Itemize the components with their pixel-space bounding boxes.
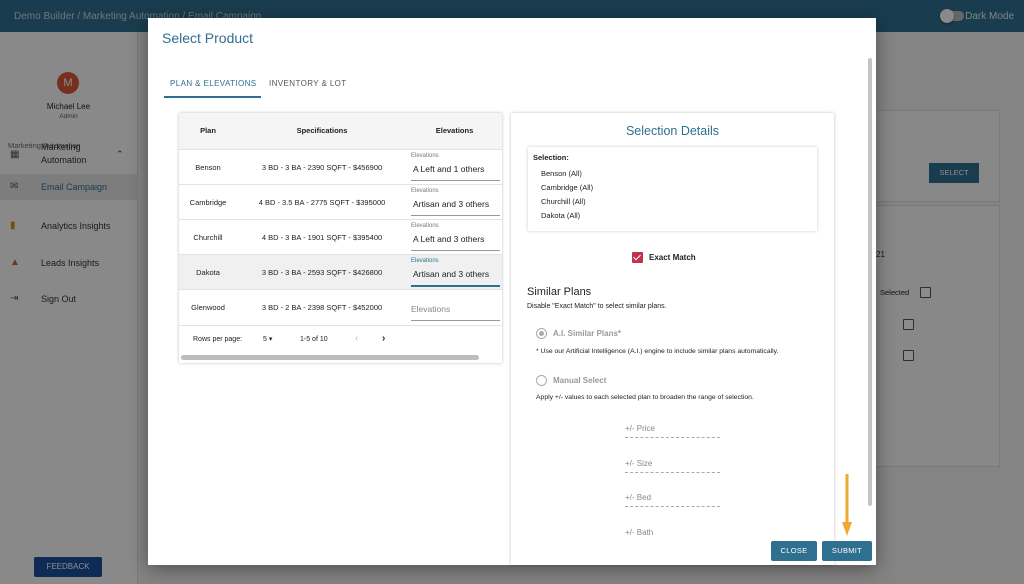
table-row[interactable]: Churchill 4 BD - 3 BA - 1901 SQFT - $395…	[179, 219, 502, 255]
input-underline	[625, 506, 720, 508]
elevations-label: Elevations	[411, 258, 439, 264]
ai-similar-label: A.I. Similar Plans*	[553, 329, 622, 338]
select-product-dialog: Select Product PLAN & ELEVATIONS INVENTO…	[148, 18, 876, 565]
elevations-select[interactable]: A Left and 1 others	[413, 164, 484, 174]
prev-page-icon[interactable]: ‹	[355, 333, 358, 344]
plans-table: Plan Specifications Elevations Benson 3 …	[179, 113, 502, 363]
selection-card: Selection: Benson (All) Cambridge (All) …	[528, 147, 817, 231]
similar-plans-title: Similar Plans	[527, 286, 592, 298]
selection-details-panel: Selection Details Selection: Benson (All…	[511, 113, 834, 565]
bath-range-input[interactable]: +/- Bath	[625, 528, 653, 537]
plan-cell: Benson	[195, 163, 221, 172]
similar-plans-description: Disable "Exact Match" to select similar …	[527, 303, 667, 310]
table-row[interactable]: Cambridge 4 BD - 3.5 BA - 2775 SQFT - $3…	[179, 184, 502, 220]
next-page-icon[interactable]: ›	[382, 333, 385, 344]
spec-cell: 4 BD - 3 BA - 1901 SQFT - $395400	[261, 233, 383, 242]
selection-item: Churchill (All)	[541, 197, 586, 206]
elevations-select[interactable]: Elevations	[411, 304, 450, 314]
elevations-label: Elevations	[411, 188, 439, 194]
elevations-select[interactable]: Artisan and 3 others	[413, 269, 489, 279]
dialog-title: Select Product	[162, 30, 254, 46]
table-row[interactable]: Dakota 3 BD - 3 BA - 2593 SQFT - $426800…	[179, 254, 502, 290]
selection-item: Cambridge (All)	[541, 183, 594, 192]
spec-cell: 3 BD - 3 BA - 2593 SQFT - $426800	[261, 268, 383, 277]
close-button[interactable]: CLOSE	[771, 541, 817, 561]
spec-cell: 3 BD - 3 BA - 2390 SQFT - $456900	[261, 163, 383, 172]
horizontal-scrollbar[interactable]	[181, 355, 479, 360]
pagination: Rows per page: 5 ▾ 1-5 of 10 ‹ ›	[179, 325, 502, 352]
elevations-select[interactable]: Artisan and 3 others	[413, 199, 489, 209]
spec-cell: 4 BD - 3.5 BA - 2775 SQFT - $395000	[258, 198, 386, 207]
plan-cell: Cambridge	[189, 198, 227, 207]
select-underline	[411, 285, 500, 287]
dialog-scrollbar[interactable]	[868, 58, 872, 506]
manual-select-note: Apply +/- values to each selected plan t…	[536, 394, 754, 401]
manual-select-radio[interactable]	[536, 375, 547, 386]
table-row[interactable]: Benson 3 BD - 3 BA - 2390 SQFT - $456900…	[179, 149, 502, 185]
size-range-input[interactable]: +/- Size	[625, 459, 652, 468]
price-range-input[interactable]: +/- Price	[625, 424, 655, 433]
exact-match-label: Exact Match	[649, 253, 696, 262]
table-row[interactable]: Glenwood 3 BD - 2 BA - 2398 SQFT - $4520…	[179, 289, 502, 325]
column-header-plan: Plan	[179, 113, 237, 149]
page-info: 1-5 of 10	[300, 336, 328, 343]
selection-label: Selection:	[533, 153, 569, 162]
elevations-label: Elevations	[411, 223, 439, 229]
select-underline	[411, 215, 500, 216]
select-underline	[411, 180, 500, 181]
ai-similar-radio[interactable]	[536, 328, 547, 339]
plan-cell: Glenwood	[191, 303, 225, 312]
spec-cell: 3 BD - 2 BA - 2398 SQFT - $452000	[261, 303, 383, 312]
bed-range-input[interactable]: +/- Bed	[625, 493, 651, 502]
manual-select-label: Manual Select	[553, 376, 607, 385]
elevations-select[interactable]: A Left and 3 others	[413, 234, 484, 244]
selection-item: Benson (All)	[541, 169, 582, 178]
exact-match-checkbox[interactable]	[632, 252, 643, 263]
input-underline	[625, 437, 720, 439]
tab-plan-elevations[interactable]: PLAN & ELEVATIONS	[170, 79, 257, 88]
arrow-down-icon	[842, 474, 852, 536]
tab-inventory-lot[interactable]: INVENTORY & LOT	[269, 79, 347, 88]
submit-button[interactable]: SUBMIT	[822, 541, 872, 561]
select-underline	[411, 320, 500, 321]
rows-per-page-select[interactable]: 5 ▾	[263, 335, 272, 343]
column-header-elevations: Elevations	[407, 113, 502, 149]
column-header-specifications: Specifications	[237, 113, 407, 149]
ai-similar-note: * Use our Artificial Intelligence (A.I.)…	[536, 348, 779, 355]
select-underline	[411, 250, 500, 251]
selection-details-title: Selection Details	[625, 124, 720, 138]
selection-item: Dakota (All)	[541, 211, 581, 220]
elevations-label: Elevations	[411, 153, 439, 159]
input-underline	[625, 472, 720, 474]
plan-cell: Churchill	[193, 233, 223, 242]
plan-cell: Dakota	[196, 268, 220, 277]
rows-per-page-label: Rows per page:	[193, 336, 243, 343]
active-tab-indicator	[164, 96, 261, 98]
